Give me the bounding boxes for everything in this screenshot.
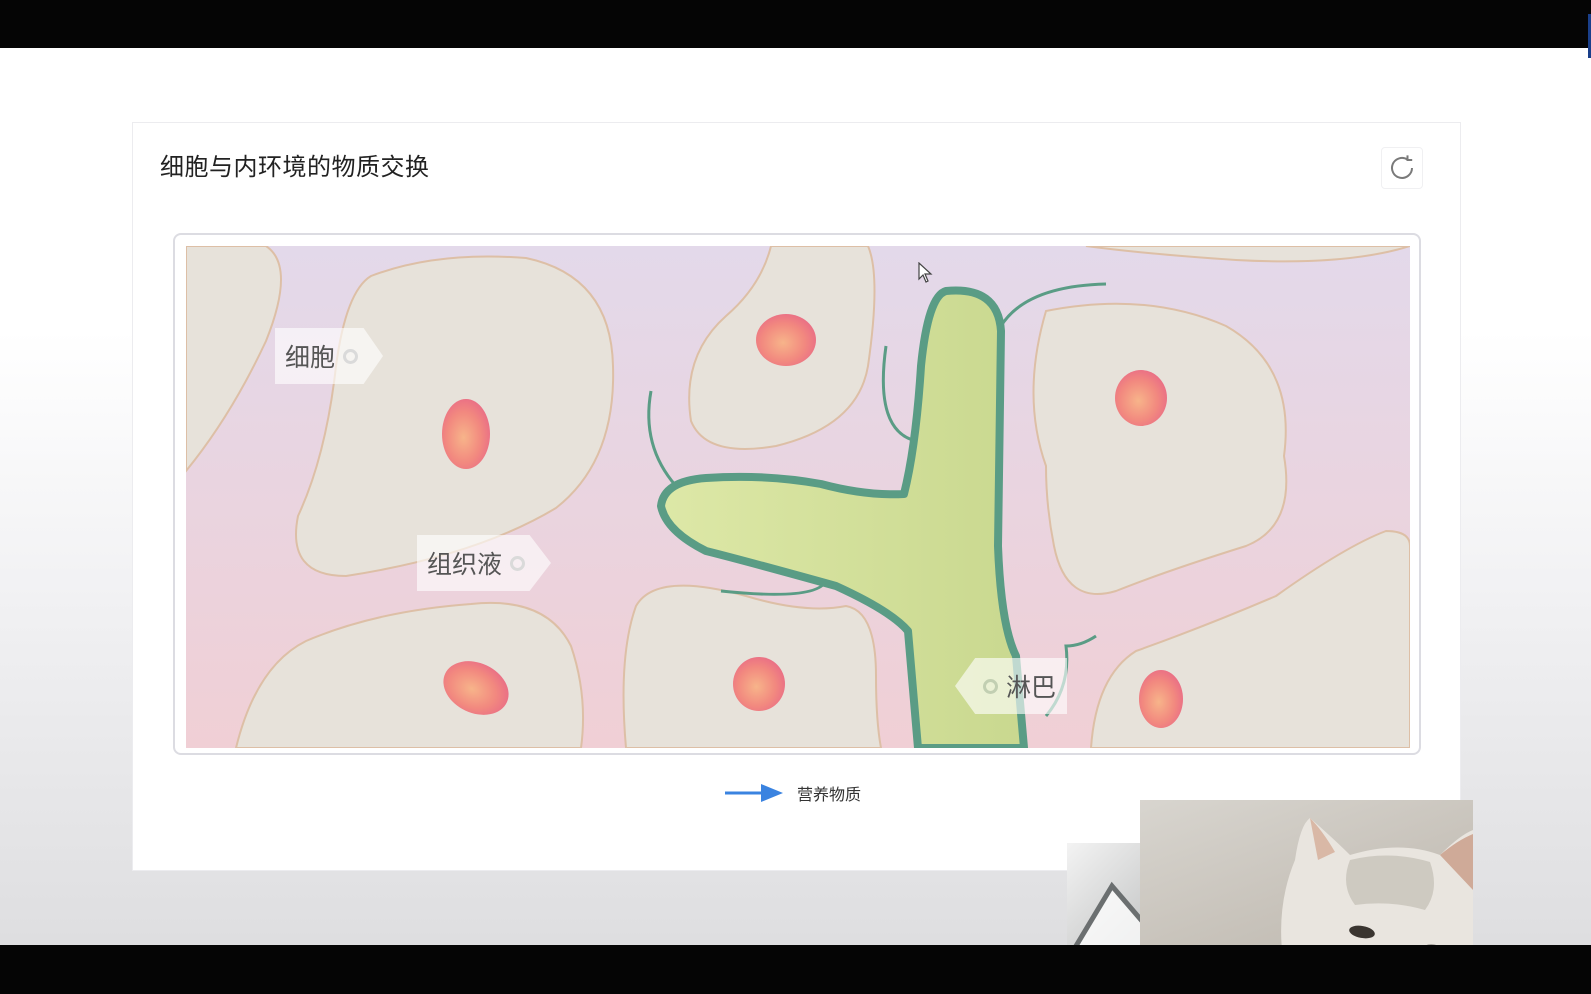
cell-nucleus <box>1139 670 1183 728</box>
cell-nucleus <box>442 399 490 469</box>
mouse-pointer-icon <box>918 262 933 283</box>
refresh-button[interactable] <box>1381 147 1423 189</box>
label-lymph[interactable]: 淋巴 <box>955 658 1067 714</box>
cell-nucleus <box>733 657 785 711</box>
cell-nucleus <box>1115 370 1167 426</box>
label-tissue-fluid[interactable]: 组织液 <box>417 535 551 591</box>
legend-label: 营养物质 <box>797 785 862 804</box>
label-anchor-dot <box>343 348 359 364</box>
label-anchor-dot <box>983 678 998 694</box>
label-cell[interactable]: 细胞 <box>275 328 383 384</box>
cell-nucleus <box>756 314 816 366</box>
exchange-card: 细胞与内环境的物质交换 细胞 组织液 淋巴 营养物质 <box>132 122 1461 871</box>
label-cell-text: 细胞 <box>285 343 336 372</box>
refresh-icon <box>1391 155 1413 179</box>
label-tissue-fluid-text: 组织液 <box>427 550 503 579</box>
arrow-right-icon <box>725 784 783 802</box>
legend: 营养物质 <box>725 781 861 805</box>
top-black-bar <box>0 0 1591 58</box>
card-title: 细胞与内环境的物质交换 <box>160 153 430 181</box>
diagram-frame: 细胞 组织液 淋巴 <box>173 233 1421 755</box>
label-anchor-dot <box>510 555 526 571</box>
label-lymph-text: 淋巴 <box>1006 673 1057 702</box>
bottom-black-bar <box>0 945 1591 994</box>
cell-exchange-diagram <box>186 246 1410 748</box>
